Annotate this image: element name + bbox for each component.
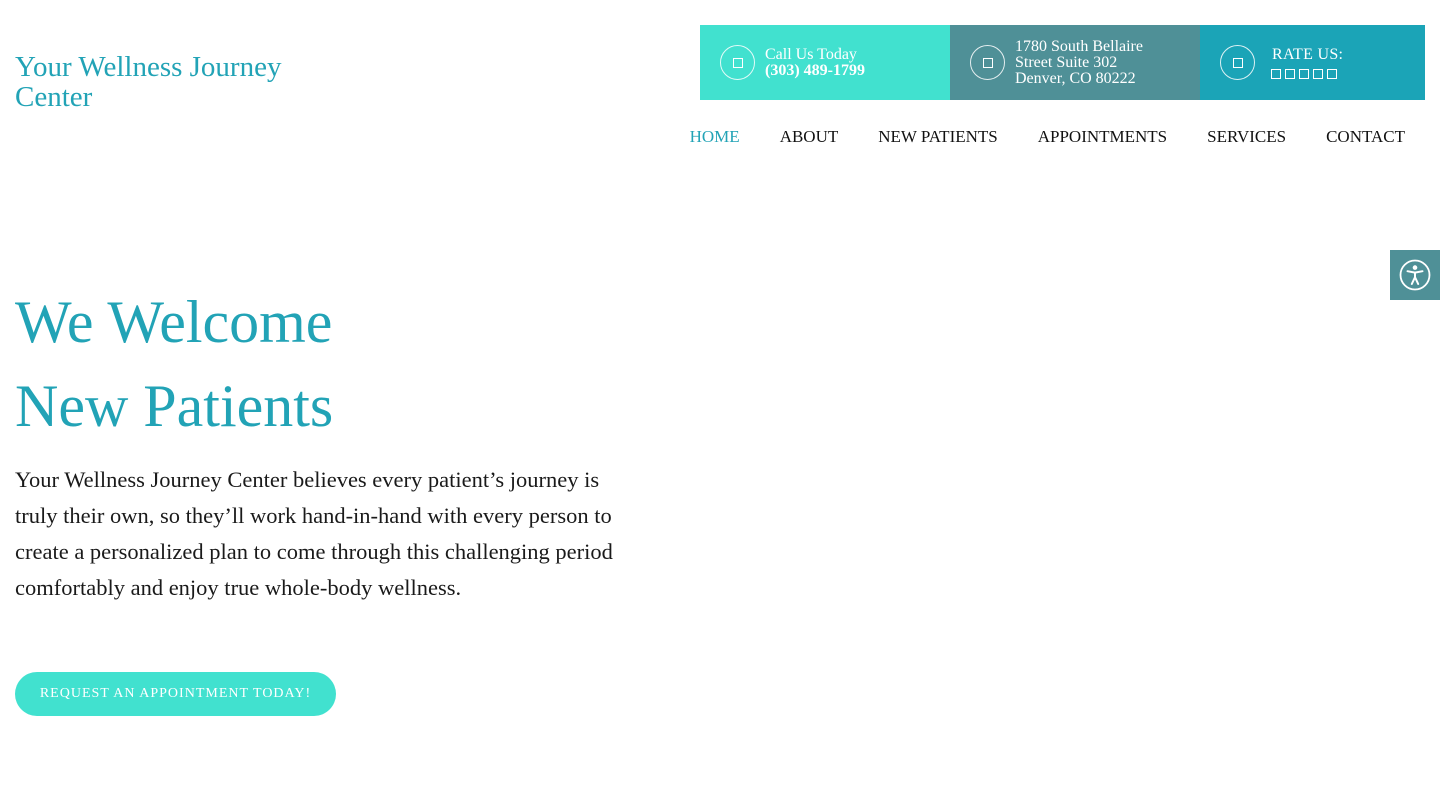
phone-number[interactable]: (303) 489-1799 — [765, 62, 865, 79]
accessibility-toggle-button[interactable] — [1390, 250, 1440, 300]
nav-services[interactable]: SERVICES — [1207, 128, 1286, 146]
hero-description: Your Wellness Journey Center believes ev… — [15, 467, 613, 600]
nav-appointments[interactable]: APPOINTMENTS — [1038, 128, 1167, 146]
rating-stars[interactable] — [1271, 68, 1343, 79]
call-us-text: Call Us Today (303) 489-1799 — [765, 45, 865, 79]
address-text: 1780 South Bellaire Street Suite 302 Den… — [1015, 37, 1143, 87]
phone-icon — [720, 45, 755, 80]
main-nav: HOME ABOUT NEW PATIENTS APPOINTMENTS SER… — [690, 128, 1405, 146]
hero-title: We Welcome New Patients — [15, 280, 615, 448]
request-appointment-button[interactable]: REQUEST AN APPOINTMENT TODAY! — [15, 672, 336, 716]
nav-new-patients[interactable]: NEW PATIENTS — [878, 128, 997, 146]
accessibility-icon — [1399, 259, 1431, 291]
rate-us-label: RATE US: — [1272, 45, 1344, 63]
address-line-3: Denver, CO 80222 — [1015, 69, 1136, 87]
call-us-box[interactable]: Call Us Today (303) 489-1799 — [700, 25, 950, 100]
hero-title-line-2: New Patients — [15, 373, 334, 439]
rate-us-content: RATE US: — [1271, 45, 1344, 79]
rating-star-1[interactable] — [1271, 68, 1281, 79]
star-icon — [1220, 45, 1255, 80]
nav-about[interactable]: ABOUT — [780, 128, 839, 146]
address-box[interactable]: 1780 South Bellaire Street Suite 302 Den… — [950, 25, 1200, 100]
call-us-label: Call Us Today — [765, 45, 857, 63]
nav-contact[interactable]: CONTACT — [1326, 128, 1405, 146]
address-line-2: Street Suite 302 — [1015, 53, 1118, 71]
rating-star-4[interactable] — [1313, 68, 1323, 79]
address-line-1: 1780 South Bellaire — [1015, 37, 1143, 55]
nav-home[interactable]: HOME — [690, 128, 740, 146]
rate-us-box[interactable]: RATE US: — [1200, 25, 1425, 100]
site-logo[interactable]: Your Wellness Journey Center — [15, 52, 315, 112]
info-bar: Call Us Today (303) 489-1799 1780 South … — [700, 25, 1425, 100]
location-icon — [970, 45, 1005, 80]
rating-star-5[interactable] — [1327, 68, 1337, 79]
rating-star-3[interactable] — [1299, 68, 1309, 79]
rating-star-2[interactable] — [1285, 68, 1295, 79]
hero-title-line-1: We Welcome — [15, 289, 333, 355]
